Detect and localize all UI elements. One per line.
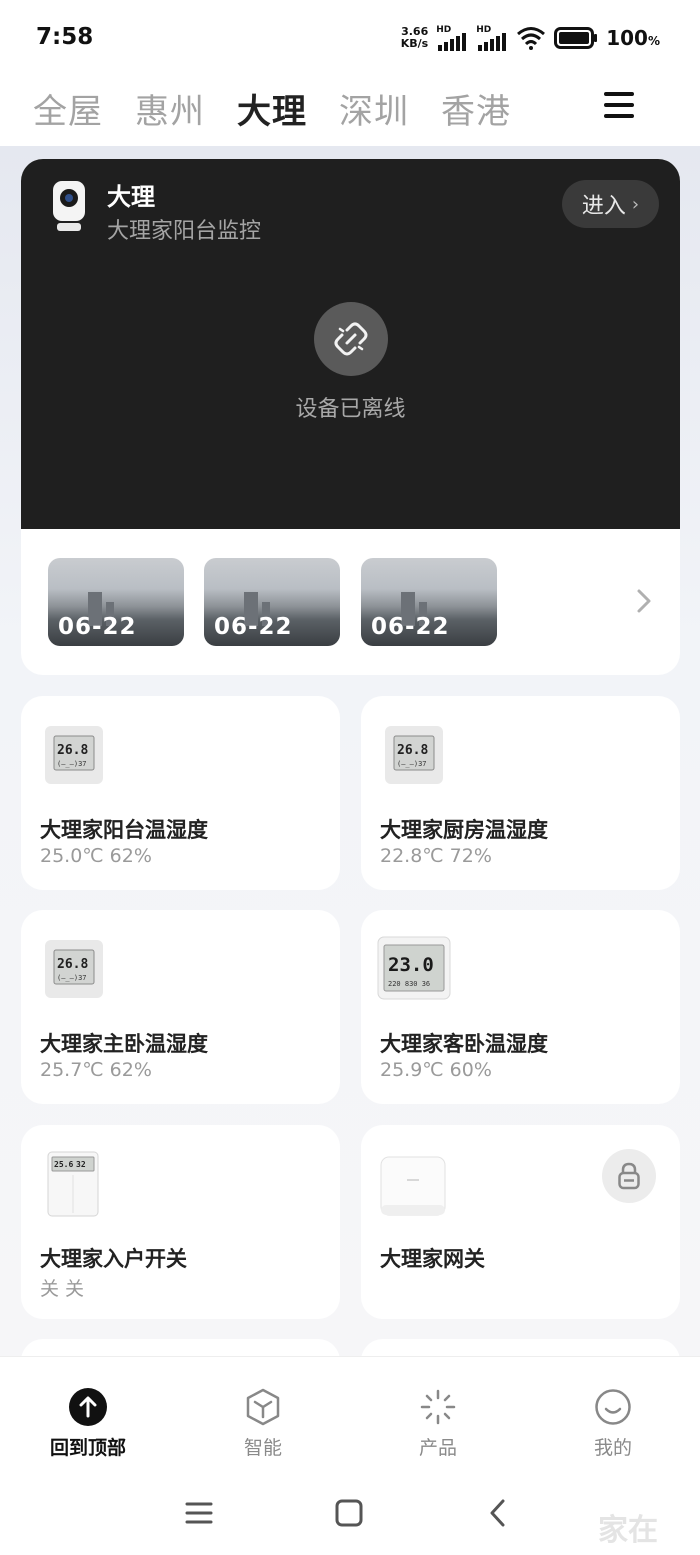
device-card[interactable] [361, 1339, 680, 1356]
tab-dali[interactable]: 大理 [237, 84, 307, 133]
camera-device-name: 大理家阳台监控 [107, 219, 262, 244]
device-card[interactable]: 26.8 (–_–)37 大理家阳台温湿度 25.0℃ 62% [21, 696, 340, 890]
switch-left-reading: 25.6 [54, 1160, 73, 1169]
device-name: 大理家网关 [380, 1247, 485, 1271]
recording-clip[interactable]: 06-22 [361, 558, 497, 646]
device-name: 大理家入户开关 [40, 1247, 187, 1271]
enter-button[interactable]: 进入 › [562, 180, 659, 228]
clip-date: 06-22 [214, 614, 293, 640]
offline-link-icon [314, 302, 388, 376]
nav-label: 回到顶部 [49, 1437, 126, 1459]
device-status: 22.8℃ 72% [380, 845, 492, 867]
thermo-reading: 26.8 [57, 957, 88, 972]
thermo-large-reading: 23.0 [388, 954, 434, 976]
thermo-large-subreading: 220 830 36 [388, 980, 430, 988]
nav-label: 产品 [418, 1437, 457, 1459]
thermo-hygrometer-icon: 26.8 (–_–)37 [385, 726, 443, 784]
thermo-subreading: (–_–)37 [397, 760, 427, 768]
signal-sim2-icon: HD [476, 25, 508, 51]
device-card[interactable] [21, 1339, 340, 1356]
nav-back-to-top[interactable]: 回到顶部 [28, 1387, 148, 1460]
wall-switch-icon: 25.6 32 [47, 1151, 99, 1217]
system-navigation [0, 1466, 700, 1555]
nav-label: 我的 [593, 1437, 632, 1459]
chevron-right-icon: › [631, 193, 640, 215]
device-status: 25.0℃ 62% [40, 845, 152, 867]
status-time: 7:58 [36, 24, 94, 50]
bottom-navigation: 回到顶部 智能 产品 我的 [0, 1356, 700, 1466]
recording-clip[interactable]: 06-22 [204, 558, 340, 646]
tab-huizhou[interactable]: 惠州 [135, 84, 205, 133]
camera-room-title: 大理 [107, 183, 155, 211]
recording-clip[interactable]: 06-22 [48, 558, 184, 646]
battery-value: 100 [606, 26, 648, 50]
thermo-reading: 26.8 [57, 743, 88, 758]
menu-icon[interactable] [602, 92, 636, 120]
network-speed-unit: KB/s [400, 37, 429, 50]
thermo-hygrometer-large-icon: 23.0 220 830 36 [377, 936, 451, 1000]
more-clips-chevron-icon[interactable] [631, 583, 657, 619]
arrow-up-icon [69, 1388, 107, 1426]
battery-icon [554, 27, 598, 49]
clip-date: 06-22 [58, 614, 137, 640]
nav-profile[interactable]: 我的 [553, 1387, 673, 1460]
tab-hongkong[interactable]: 香港 [441, 84, 511, 133]
nav-smart[interactable]: 智能 [203, 1387, 323, 1460]
device-status: 25.9℃ 60% [380, 1059, 492, 1081]
camera-card[interactable]: 大理 大理家阳台监控 进入 › 设备已离线 06-22 06-22 06-22 [21, 159, 680, 675]
camera-device-icon [53, 181, 85, 231]
device-card[interactable]: 大理家网关 [361, 1125, 680, 1319]
device-status: 25.7℃ 62% [40, 1059, 152, 1081]
device-card[interactable]: 26.8 (–_–)37 大理家主卧温湿度 25.7℃ 62% [21, 910, 340, 1104]
cube-icon [246, 1388, 280, 1426]
device-name: 大理家客卧温湿度 [380, 1032, 548, 1056]
camera-preview[interactable]: 大理 大理家阳台监控 进入 › 设备已离线 [21, 159, 680, 529]
tab-all-home[interactable]: 全屋 [33, 84, 103, 133]
main-content: 大理 大理家阳台监控 进入 › 设备已离线 06-22 06-22 06-22 … [0, 146, 700, 1356]
thermo-hygrometer-icon: 26.8 (–_–)37 [45, 726, 103, 784]
switch-right-reading: 32 [76, 1160, 86, 1169]
signal-sim1-icon: HD [436, 25, 468, 51]
status-indicators: 3.66 KB/s HD HD 100% [401, 22, 660, 54]
device-card[interactable]: 25.6 32 大理家入户开关 关 关 [21, 1125, 340, 1319]
thermo-subreading: (–_–)37 [57, 760, 87, 768]
back-icon[interactable] [484, 1498, 514, 1528]
battery-unit: % [647, 34, 660, 48]
device-name: 大理家阳台温湿度 [40, 818, 208, 842]
offline-status-text: 设备已离线 [295, 397, 406, 422]
nav-label: 智能 [243, 1437, 282, 1459]
gateway-icon [380, 1156, 446, 1216]
tab-shenzhen[interactable]: 深圳 [339, 84, 409, 133]
thermo-hygrometer-icon: 26.8 (–_–)37 [45, 940, 103, 998]
clip-date: 06-22 [371, 614, 450, 640]
sparkle-icon [420, 1389, 456, 1425]
battery-percent: 100% [606, 26, 660, 50]
network-speed: 3.66 KB/s [401, 26, 428, 50]
status-bar: 7:58 3.66 KB/s HD HD 100% [0, 0, 700, 76]
device-card[interactable]: 26.8 (–_–)37 大理家厨房温湿度 22.8℃ 72% [361, 696, 680, 890]
device-card[interactable]: 23.0 220 830 36 大理家客卧温湿度 25.9℃ 60% [361, 910, 680, 1104]
smiley-icon [595, 1389, 631, 1425]
device-name: 大理家主卧温湿度 [40, 1032, 208, 1056]
thermo-reading: 26.8 [397, 743, 428, 758]
nav-products[interactable]: 产品 [378, 1387, 498, 1460]
recent-apps-icon[interactable] [184, 1498, 214, 1528]
enter-label: 进入 [581, 194, 626, 219]
thermo-subreading: (–_–)37 [57, 974, 87, 982]
device-status: 关 关 [40, 1278, 85, 1300]
wifi-icon [517, 27, 546, 50]
home-icon[interactable] [334, 1498, 364, 1528]
device-name: 大理家厨房温湿度 [380, 818, 548, 842]
home-tabs: 全屋 惠州 大理 深圳 香港 [0, 76, 700, 146]
lock-icon[interactable] [602, 1149, 656, 1203]
